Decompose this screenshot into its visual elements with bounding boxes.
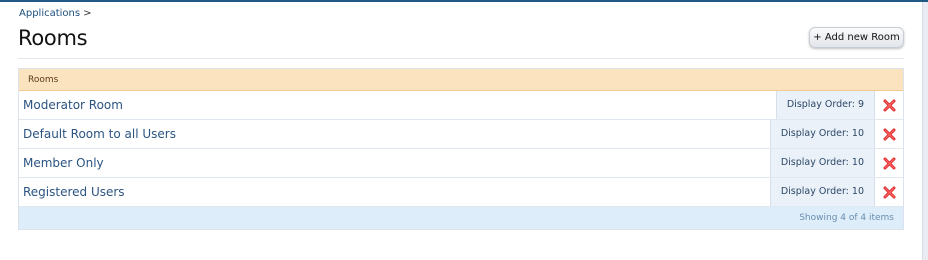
add-new-room-button[interactable]: + Add new Room [809,27,904,48]
list-item: Default Room to all Users Display Order:… [19,120,903,149]
breadcrumb: Applications > [19,8,91,19]
page-title: Rooms [18,26,88,50]
delete-icon[interactable] [883,186,896,199]
display-order: Display Order: 9 [775,91,875,119]
divider [18,58,904,59]
delete-icon[interactable] [883,128,896,141]
room-link[interactable]: Moderator Room [23,91,123,119]
breadcrumb-link-applications[interactable]: Applications [19,8,80,19]
list-item: Member Only Display Order: 10 [19,149,903,178]
room-link[interactable]: Default Room to all Users [23,120,176,148]
display-order: Display Order: 10 [769,149,875,177]
room-link[interactable]: Member Only [23,149,104,177]
scrollbar-edge [922,2,928,260]
display-order: Display Order: 10 [769,178,875,206]
list-header: Rooms [19,69,903,91]
room-link[interactable]: Registered Users [23,178,125,206]
list-item: Registered Users Display Order: 10 [19,178,903,207]
display-order: Display Order: 10 [769,120,875,148]
list-footer: Showing 4 of 4 items [19,207,903,229]
rooms-list: Rooms Moderator Room Display Order: 9 De… [18,68,904,230]
delete-icon[interactable] [883,157,896,170]
list-item: Moderator Room Display Order: 9 [19,91,903,120]
delete-icon[interactable] [883,99,896,112]
breadcrumb-separator: > [83,8,92,19]
